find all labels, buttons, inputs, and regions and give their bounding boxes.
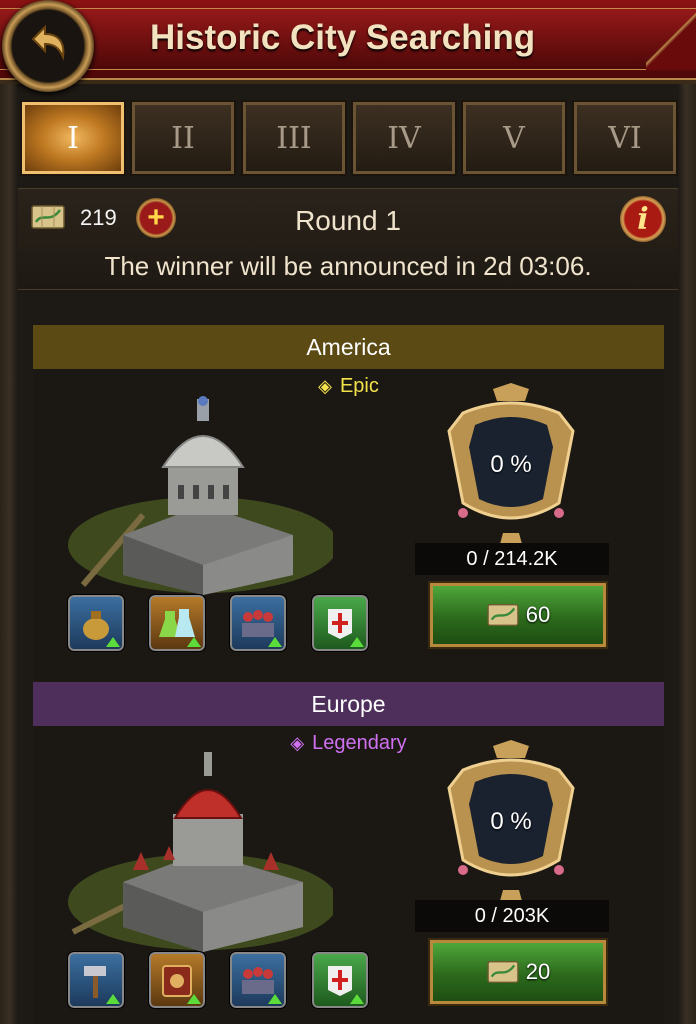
winner-countdown: The winner will be announced in 2d 03:06… bbox=[104, 251, 592, 281]
tab-label: VI bbox=[608, 120, 642, 156]
progress-counter: 0 / 214.2K bbox=[415, 543, 609, 575]
info-icon: i bbox=[637, 201, 649, 237]
tab-label: V bbox=[503, 120, 525, 156]
search-button-europe[interactable]: 20 bbox=[428, 938, 608, 1006]
upgrade-arrow-icon bbox=[350, 637, 364, 647]
search-cost: 20 bbox=[525, 959, 551, 984]
tier-tabs: I II III IV V VI bbox=[14, 98, 682, 178]
page-title: Historic City Searching bbox=[150, 18, 536, 57]
tab-tier-4[interactable]: IV bbox=[351, 100, 457, 176]
treasure-map-icon bbox=[487, 961, 519, 983]
resource-buff-slot[interactable] bbox=[67, 594, 125, 652]
tab-label: II bbox=[171, 120, 195, 156]
book-buff-slot[interactable] bbox=[148, 951, 206, 1009]
city-section-america: America ◈ Epic 0 % 0 / 214.2K 60 bbox=[33, 325, 664, 685]
upgrade-arrow-icon bbox=[106, 637, 120, 647]
troops-buff-slot[interactable] bbox=[229, 951, 287, 1009]
tab-label: I bbox=[67, 120, 79, 156]
upgrade-arrow-icon bbox=[187, 994, 201, 1004]
capitol-building-image[interactable] bbox=[63, 395, 333, 595]
build-buff-slot[interactable] bbox=[67, 951, 125, 1009]
rarity-text: Epic bbox=[339, 375, 379, 397]
search-cost: 60 bbox=[525, 602, 551, 627]
search-button-america[interactable]: 60 bbox=[428, 581, 608, 649]
back-arrow-icon bbox=[31, 24, 65, 61]
info-button[interactable]: i bbox=[620, 196, 666, 242]
progress-counter: 0 / 203K bbox=[415, 900, 609, 932]
upgrade-arrow-icon bbox=[106, 994, 120, 1004]
troops-buff-slot[interactable] bbox=[229, 594, 287, 652]
tab-label: IV bbox=[387, 120, 421, 156]
tab-tier-1[interactable]: I bbox=[20, 100, 126, 176]
title-notch-decoration bbox=[646, 8, 696, 70]
region-header: Europe bbox=[33, 682, 664, 726]
research-buff-slot[interactable] bbox=[148, 594, 206, 652]
diamond-icon: ◈ bbox=[290, 733, 305, 753]
city-section-europe: Europe ◈ Legendary 0 % 0 / 203K 20 bbox=[33, 682, 664, 1024]
back-button[interactable] bbox=[2, 0, 94, 92]
progress-percent: 0 % bbox=[490, 451, 532, 478]
upgrade-arrow-icon bbox=[268, 637, 282, 647]
upgrade-arrow-icon bbox=[187, 637, 201, 647]
rarity-text: Legendary bbox=[312, 732, 407, 754]
round-title: Round 1 bbox=[295, 205, 401, 236]
tab-label: III bbox=[276, 120, 312, 156]
upgrade-arrow-icon bbox=[350, 994, 364, 1004]
tab-tier-2[interactable]: II bbox=[130, 100, 236, 176]
title-bar: Historic City Searching bbox=[0, 0, 696, 84]
upgrade-arrow-icon bbox=[268, 994, 282, 1004]
tab-tier-5[interactable]: V bbox=[461, 100, 567, 176]
cathedral-building-image[interactable] bbox=[63, 752, 333, 952]
region-header: America bbox=[33, 325, 664, 369]
diamond-icon: ◈ bbox=[318, 376, 332, 396]
tab-tier-3[interactable]: III bbox=[241, 100, 347, 176]
banner-buff-slot[interactable] bbox=[311, 594, 369, 652]
banner-buff-slot[interactable] bbox=[311, 951, 369, 1009]
treasure-map-icon bbox=[487, 604, 519, 626]
progress-percent: 0 % bbox=[490, 808, 532, 835]
tab-tier-6[interactable]: VI bbox=[572, 100, 678, 176]
